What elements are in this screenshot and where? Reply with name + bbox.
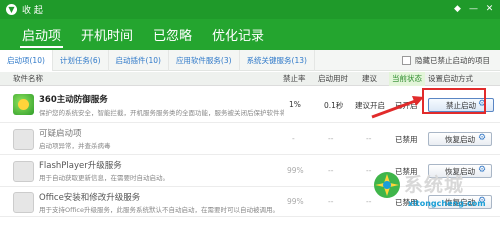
filter-system-services[interactable]: 系统关键服务(13) xyxy=(240,49,315,71)
collapse-label: 收 起 xyxy=(22,6,43,16)
minimize-icon[interactable]: — xyxy=(467,3,480,15)
row-desc: 启动项异常，并查杀病毒 xyxy=(39,142,111,150)
row-boot-time: -- xyxy=(328,197,334,206)
360-shield-icon xyxy=(13,94,34,115)
main-tabs: 启动项 开机时间 已忽略 优化记录 xyxy=(0,19,500,50)
header-action: 设置启动方式 xyxy=(428,74,473,83)
tab-ignored[interactable]: 已忽略 xyxy=(143,19,202,50)
header-boot-time[interactable]: 启动用时 xyxy=(318,72,348,86)
filter-bar: 启动项(10) 计划任务(6) 启动插件(10) 应用软件服务(3) 系统关键服… xyxy=(0,49,500,71)
row-desc: 保护您的系统安全，智能拦截，开机服务服务类的全面功能，服务被关闭后保护软件将无法… xyxy=(39,109,284,117)
row-name: Office安装和修改升级服务 xyxy=(39,193,141,203)
watermark-title: 系统城 xyxy=(404,174,465,196)
row-name: 360主动防御服务 xyxy=(39,95,108,105)
row-suggest: 建议开启 xyxy=(355,101,385,110)
header-name[interactable]: 软件名称 xyxy=(13,72,43,86)
row-suggest: -- xyxy=(366,134,372,143)
header-disable-rate[interactable]: 禁止率 xyxy=(283,72,306,86)
filter-scheduled-tasks[interactable]: 计划任务(6) xyxy=(53,49,109,71)
tab-optimize-history[interactable]: 优化记录 xyxy=(202,19,274,50)
header-suggest[interactable]: 建议 xyxy=(362,72,377,86)
watermark: 系统城 xitongcheng.com xyxy=(372,166,500,217)
settings-dropdown-icon[interactable]: ⚙ xyxy=(478,133,486,143)
row-desc: 用于自动获取更新信息，在需要时自动启动。 xyxy=(39,174,169,182)
header-status[interactable]: 当前状态 xyxy=(389,72,425,86)
close-icon[interactable]: ✕ xyxy=(483,3,496,15)
site-logo-icon xyxy=(374,172,400,198)
row-disable-rate: - xyxy=(292,134,295,143)
highlight-box xyxy=(422,88,486,114)
watermark-url: xitongcheng.com xyxy=(408,199,486,208)
app-placeholder-icon xyxy=(13,129,34,150)
title-bar: ▼ 收 起 ◆ — ✕ xyxy=(0,0,500,19)
hide-disabled-option[interactable]: 隐藏已禁止启动的项目 xyxy=(402,55,490,66)
row-boot-time: -- xyxy=(328,166,334,175)
row-suggest: -- xyxy=(366,197,372,206)
hide-disabled-label: 隐藏已禁止启动的项目 xyxy=(415,56,490,65)
row-disable-rate: 99% xyxy=(287,166,304,175)
filter-app-services[interactable]: 应用软件服务(3) xyxy=(169,49,240,71)
skin-icon[interactable]: ◆ xyxy=(451,3,464,15)
collapse-button[interactable]: ▼ 收 起 xyxy=(6,3,43,16)
app-placeholder-icon xyxy=(13,192,34,213)
arrow-down-icon: ▼ xyxy=(6,4,17,15)
table-row: 可疑启动项 启动项异常，并查杀病毒 - -- -- 已禁用 恢复启动 ⚙ xyxy=(0,123,500,155)
tab-startup-items[interactable]: 启动项 xyxy=(12,19,71,50)
table-header: 软件名称 禁止率 启动用时 建议 当前状态 设置启动方式 xyxy=(0,72,500,86)
row-status: 已禁用 xyxy=(395,135,418,144)
row-status: 已开启 xyxy=(395,101,418,110)
window-controls: ◆ — ✕ xyxy=(451,3,496,15)
app-placeholder-icon xyxy=(13,161,34,182)
row-boot-time: 0.1秒 xyxy=(324,101,344,110)
row-disable-rate: 1% xyxy=(289,100,301,109)
hide-disabled-checkbox[interactable] xyxy=(402,56,411,65)
row-disable-rate: 99% xyxy=(287,197,304,206)
tab-boot-time[interactable]: 开机时间 xyxy=(71,19,143,50)
row-desc: 用于支持Office升级服务，此服务系统默认不自动启动，在需要时可以自动被调用。 xyxy=(39,206,279,214)
row-suggest: -- xyxy=(366,166,372,175)
filter-startup-items[interactable]: 启动项(10) xyxy=(0,49,53,71)
filter-startup-plugins[interactable]: 启动插件(10) xyxy=(109,49,169,71)
row-boot-time: -- xyxy=(328,134,334,143)
row-name: FlashPlayer升级服务 xyxy=(39,161,122,171)
row-name: 可疑启动项 xyxy=(39,129,82,139)
